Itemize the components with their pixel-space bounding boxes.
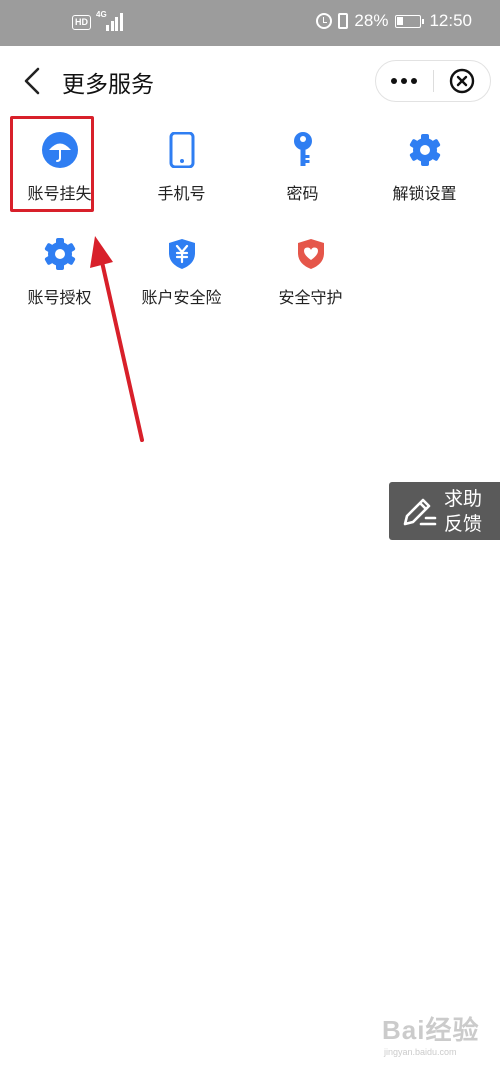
help-line1: 求助 (444, 488, 483, 510)
help-feedback-button[interactable]: 求助 反馈 (389, 482, 500, 540)
watermark: Bai经验 jingyan.baidu.com (382, 1010, 492, 1060)
help-text: 求助 反馈 (444, 487, 482, 537)
watermark-main: Bai经验 (382, 1015, 480, 1045)
help-line2: 反馈 (444, 513, 483, 535)
watermark-sub: jingyan.baidu.com (384, 1047, 457, 1057)
edit-icon (403, 498, 437, 526)
